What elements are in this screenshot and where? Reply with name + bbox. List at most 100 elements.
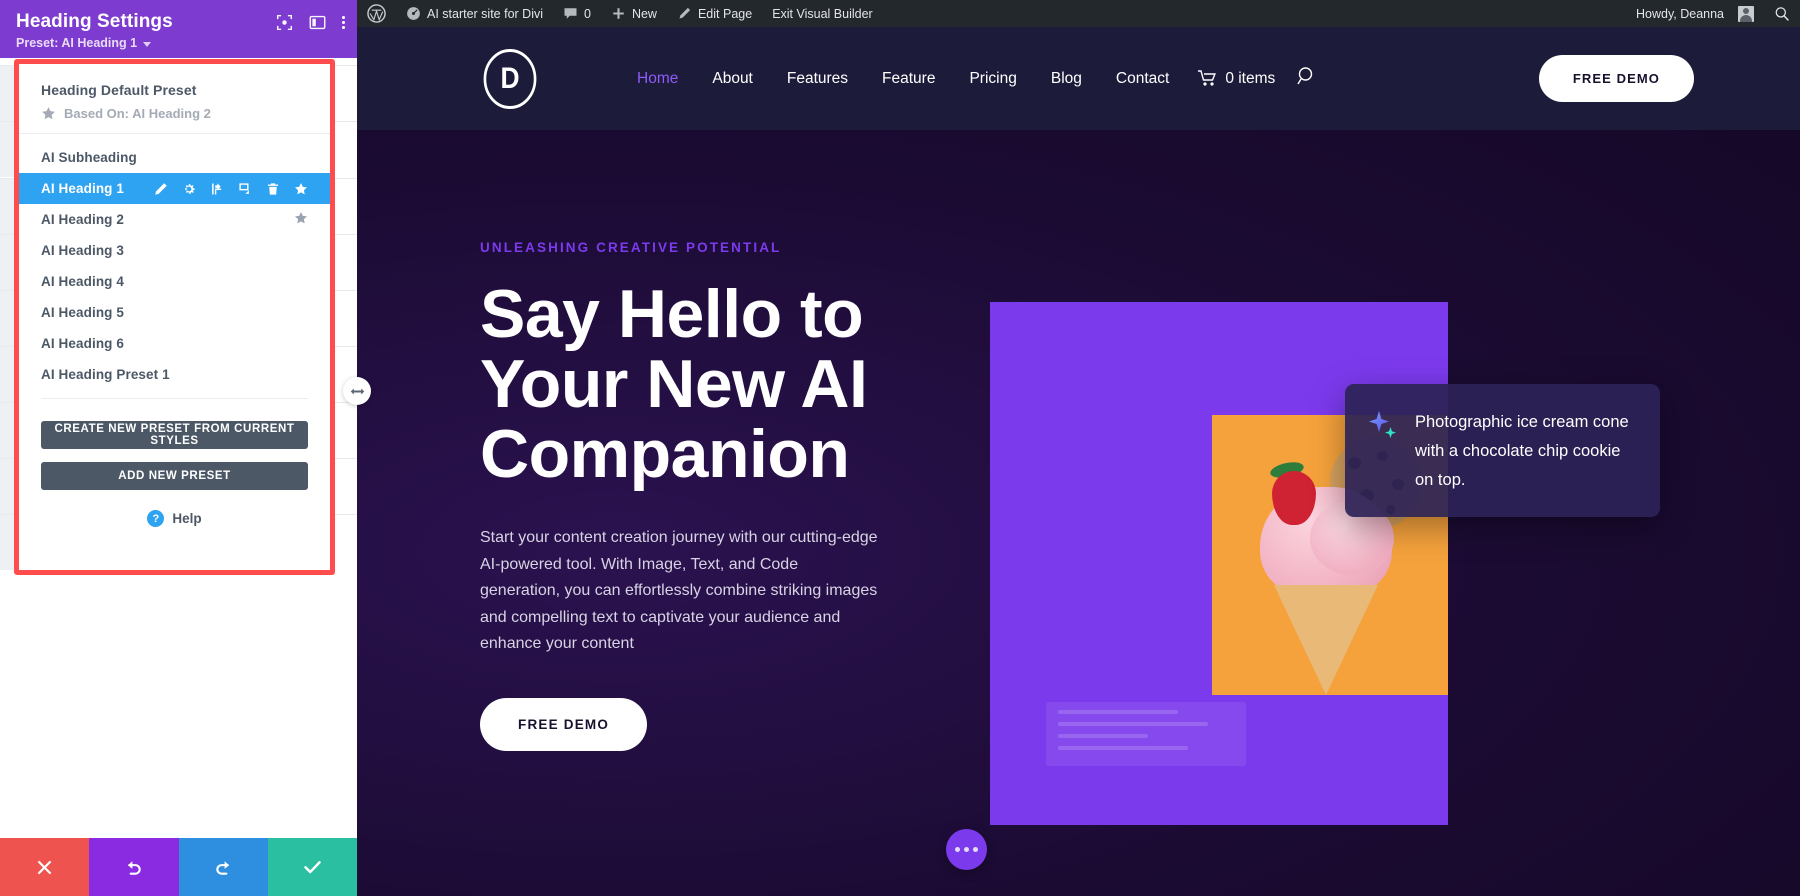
- panel-layout-icon[interactable]: [309, 14, 326, 31]
- preset-item-ai-heading-5[interactable]: AI Heading 5: [19, 297, 330, 328]
- chevron-down-icon: [143, 41, 152, 47]
- wp-comments[interactable]: 0: [553, 0, 601, 27]
- preset-item-ai-heading-3[interactable]: AI Heading 3: [19, 235, 330, 266]
- wp-account-menu[interactable]: Howdy, Deanna: [1626, 0, 1764, 27]
- check-icon: [304, 860, 321, 873]
- ai-sparkle-icon: [1369, 411, 1396, 438]
- preset-popover: Heading Default Preset Based On: AI Head…: [19, 64, 330, 570]
- wp-edit-page-label: Edit Page: [697, 6, 753, 21]
- preset-row-actions: [154, 182, 308, 196]
- wp-howdy-label: Howdy, Deanna: [1635, 6, 1724, 21]
- nav-item-contact[interactable]: Contact: [1099, 70, 1186, 88]
- wp-exit-builder-button[interactable]: Exit Visual Builder: [762, 0, 883, 27]
- close-icon: [37, 860, 52, 874]
- preset-item-label: AI Heading 5: [41, 305, 124, 320]
- cart-count-label: 0 items: [1225, 69, 1276, 87]
- wp-new-label: New: [631, 6, 657, 21]
- wordpress-logo-icon: [367, 4, 386, 23]
- hero-purple-card: [990, 302, 1448, 825]
- preset-popover-actions: Create New Preset From Current Styles Ad…: [19, 403, 330, 527]
- trash-icon[interactable]: [266, 182, 280, 196]
- cart-link[interactable]: 0 items: [1198, 70, 1275, 88]
- default-preset-title: Heading Default Preset: [41, 82, 197, 98]
- preset-item-ai-heading-1[interactable]: AI Heading 1: [19, 173, 330, 204]
- star-icon: [42, 107, 55, 120]
- focus-target-icon[interactable]: [276, 14, 293, 31]
- hero-heading-line-2: Your New AI: [480, 346, 868, 423]
- export-icon[interactable]: [210, 182, 224, 196]
- preset-item-ai-subheading[interactable]: AI Subheading: [19, 142, 330, 173]
- wp-comments-count: 0: [584, 6, 591, 21]
- preset-item-ai-heading-4[interactable]: AI Heading 4: [19, 266, 330, 297]
- discard-changes-button[interactable]: [0, 838, 90, 896]
- wp-admin-bar: AI starter site for Divi 0 New Edit Page…: [357, 0, 1800, 27]
- plus-icon: [613, 8, 624, 19]
- preset-item-ai-heading-6[interactable]: AI Heading 6: [19, 328, 330, 359]
- heading-settings-panel: Heading Settings Preset: AI Heading 1 He…: [0, 0, 357, 896]
- wp-site-name[interactable]: AI starter site for Divi: [396, 0, 553, 27]
- preset-selector[interactable]: Preset: AI Heading 1: [16, 36, 343, 50]
- more-vertical-icon[interactable]: [342, 16, 345, 29]
- undo-icon: [128, 860, 142, 875]
- star-icon: [295, 212, 307, 224]
- preset-highlight-ring: Heading Default Preset Based On: AI Head…: [14, 59, 335, 575]
- duplicate-icon[interactable]: [238, 182, 252, 196]
- waffle-cone: [1274, 585, 1378, 695]
- nav-item-about[interactable]: About: [695, 70, 770, 88]
- wp-search-button[interactable]: [1764, 0, 1800, 27]
- site-logo[interactable]: D: [483, 48, 537, 109]
- based-on-label: Based On: AI Heading 2: [64, 106, 211, 121]
- code-snippet-ghost: [1046, 702, 1246, 766]
- floating-options-button[interactable]: [946, 829, 987, 870]
- hero-content: UNLEASHING CREATIVE POTENTIAL Say Hello …: [357, 130, 987, 896]
- edit-pencil-icon[interactable]: [154, 182, 168, 196]
- hero-eyebrow: UNLEASHING CREATIVE POTENTIAL: [480, 240, 782, 255]
- wp-edit-page-button[interactable]: Edit Page: [667, 0, 762, 27]
- nav-item-pricing[interactable]: Pricing: [952, 70, 1033, 88]
- preset-item-ai-heading-preset-1[interactable]: AI Heading Preset 1: [19, 359, 330, 390]
- hero-free-demo-button[interactable]: FREE DEMO: [480, 697, 648, 751]
- preset-default-star[interactable]: [294, 211, 308, 228]
- search-icon: [1297, 67, 1313, 85]
- preset-item-label: AI Heading 2: [41, 212, 124, 227]
- nav-free-demo-button[interactable]: FREE DEMO: [1538, 55, 1694, 102]
- undo-button[interactable]: [89, 838, 179, 896]
- panel-header: Heading Settings Preset: AI Heading 1: [0, 0, 357, 58]
- preset-item-label: AI Heading 4: [41, 274, 124, 289]
- preset-selector-label: Preset: AI Heading 1: [16, 36, 138, 50]
- dashboard-icon: [407, 7, 420, 20]
- star-icon[interactable]: [294, 182, 308, 196]
- preset-item-label: AI Heading 3: [41, 243, 124, 258]
- hero-paragraph: Start your content creation journey with…: [480, 529, 878, 653]
- ai-caption-card: Photographic ice cream cone with a choco…: [1345, 384, 1660, 517]
- help-label: Help: [172, 511, 202, 526]
- site-navigation: D Home About Features Feature Pricing Bl…: [357, 27, 1800, 130]
- preset-item-label: AI Subheading: [41, 150, 137, 165]
- help-link[interactable]: ? Help: [41, 510, 308, 527]
- divider: [41, 398, 308, 399]
- cart-icon: [1198, 70, 1217, 86]
- nav-item-blog[interactable]: Blog: [1034, 70, 1099, 88]
- nav-item-feature[interactable]: Feature: [865, 70, 952, 88]
- dot: [955, 847, 960, 852]
- builder-action-bar: [0, 838, 357, 896]
- wp-exit-builder-label: Exit Visual Builder: [772, 6, 873, 21]
- hero-heading-line-3: Companion: [480, 416, 850, 493]
- save-changes-button[interactable]: [267, 838, 357, 896]
- settings-gear-icon[interactable]: [182, 182, 196, 196]
- redo-button[interactable]: [178, 838, 268, 896]
- create-new-preset-button[interactable]: Create New Preset From Current Styles: [41, 421, 308, 449]
- add-new-preset-button[interactable]: Add New Preset: [41, 462, 308, 490]
- panel-resize-handle[interactable]: [343, 377, 371, 405]
- hero-heading: Say Hello to Your New AI Companion: [480, 279, 987, 489]
- preset-item-label: AI Heading 6: [41, 336, 124, 351]
- screen-root: D Home About Features Feature Pricing Bl…: [0, 0, 1800, 896]
- nav-item-features[interactable]: Features: [770, 70, 865, 88]
- hero-section: UNLEASHING CREATIVE POTENTIAL Say Hello …: [357, 130, 1800, 896]
- site-search-button[interactable]: [1297, 66, 1317, 91]
- nav-item-home[interactable]: Home: [620, 70, 695, 88]
- wp-logo-button[interactable]: [357, 0, 396, 27]
- wp-new-button[interactable]: New: [601, 0, 667, 27]
- preset-item-ai-heading-2[interactable]: AI Heading 2: [19, 204, 330, 235]
- preset-popover-header: Heading Default Preset Based On: AI Head…: [19, 64, 330, 134]
